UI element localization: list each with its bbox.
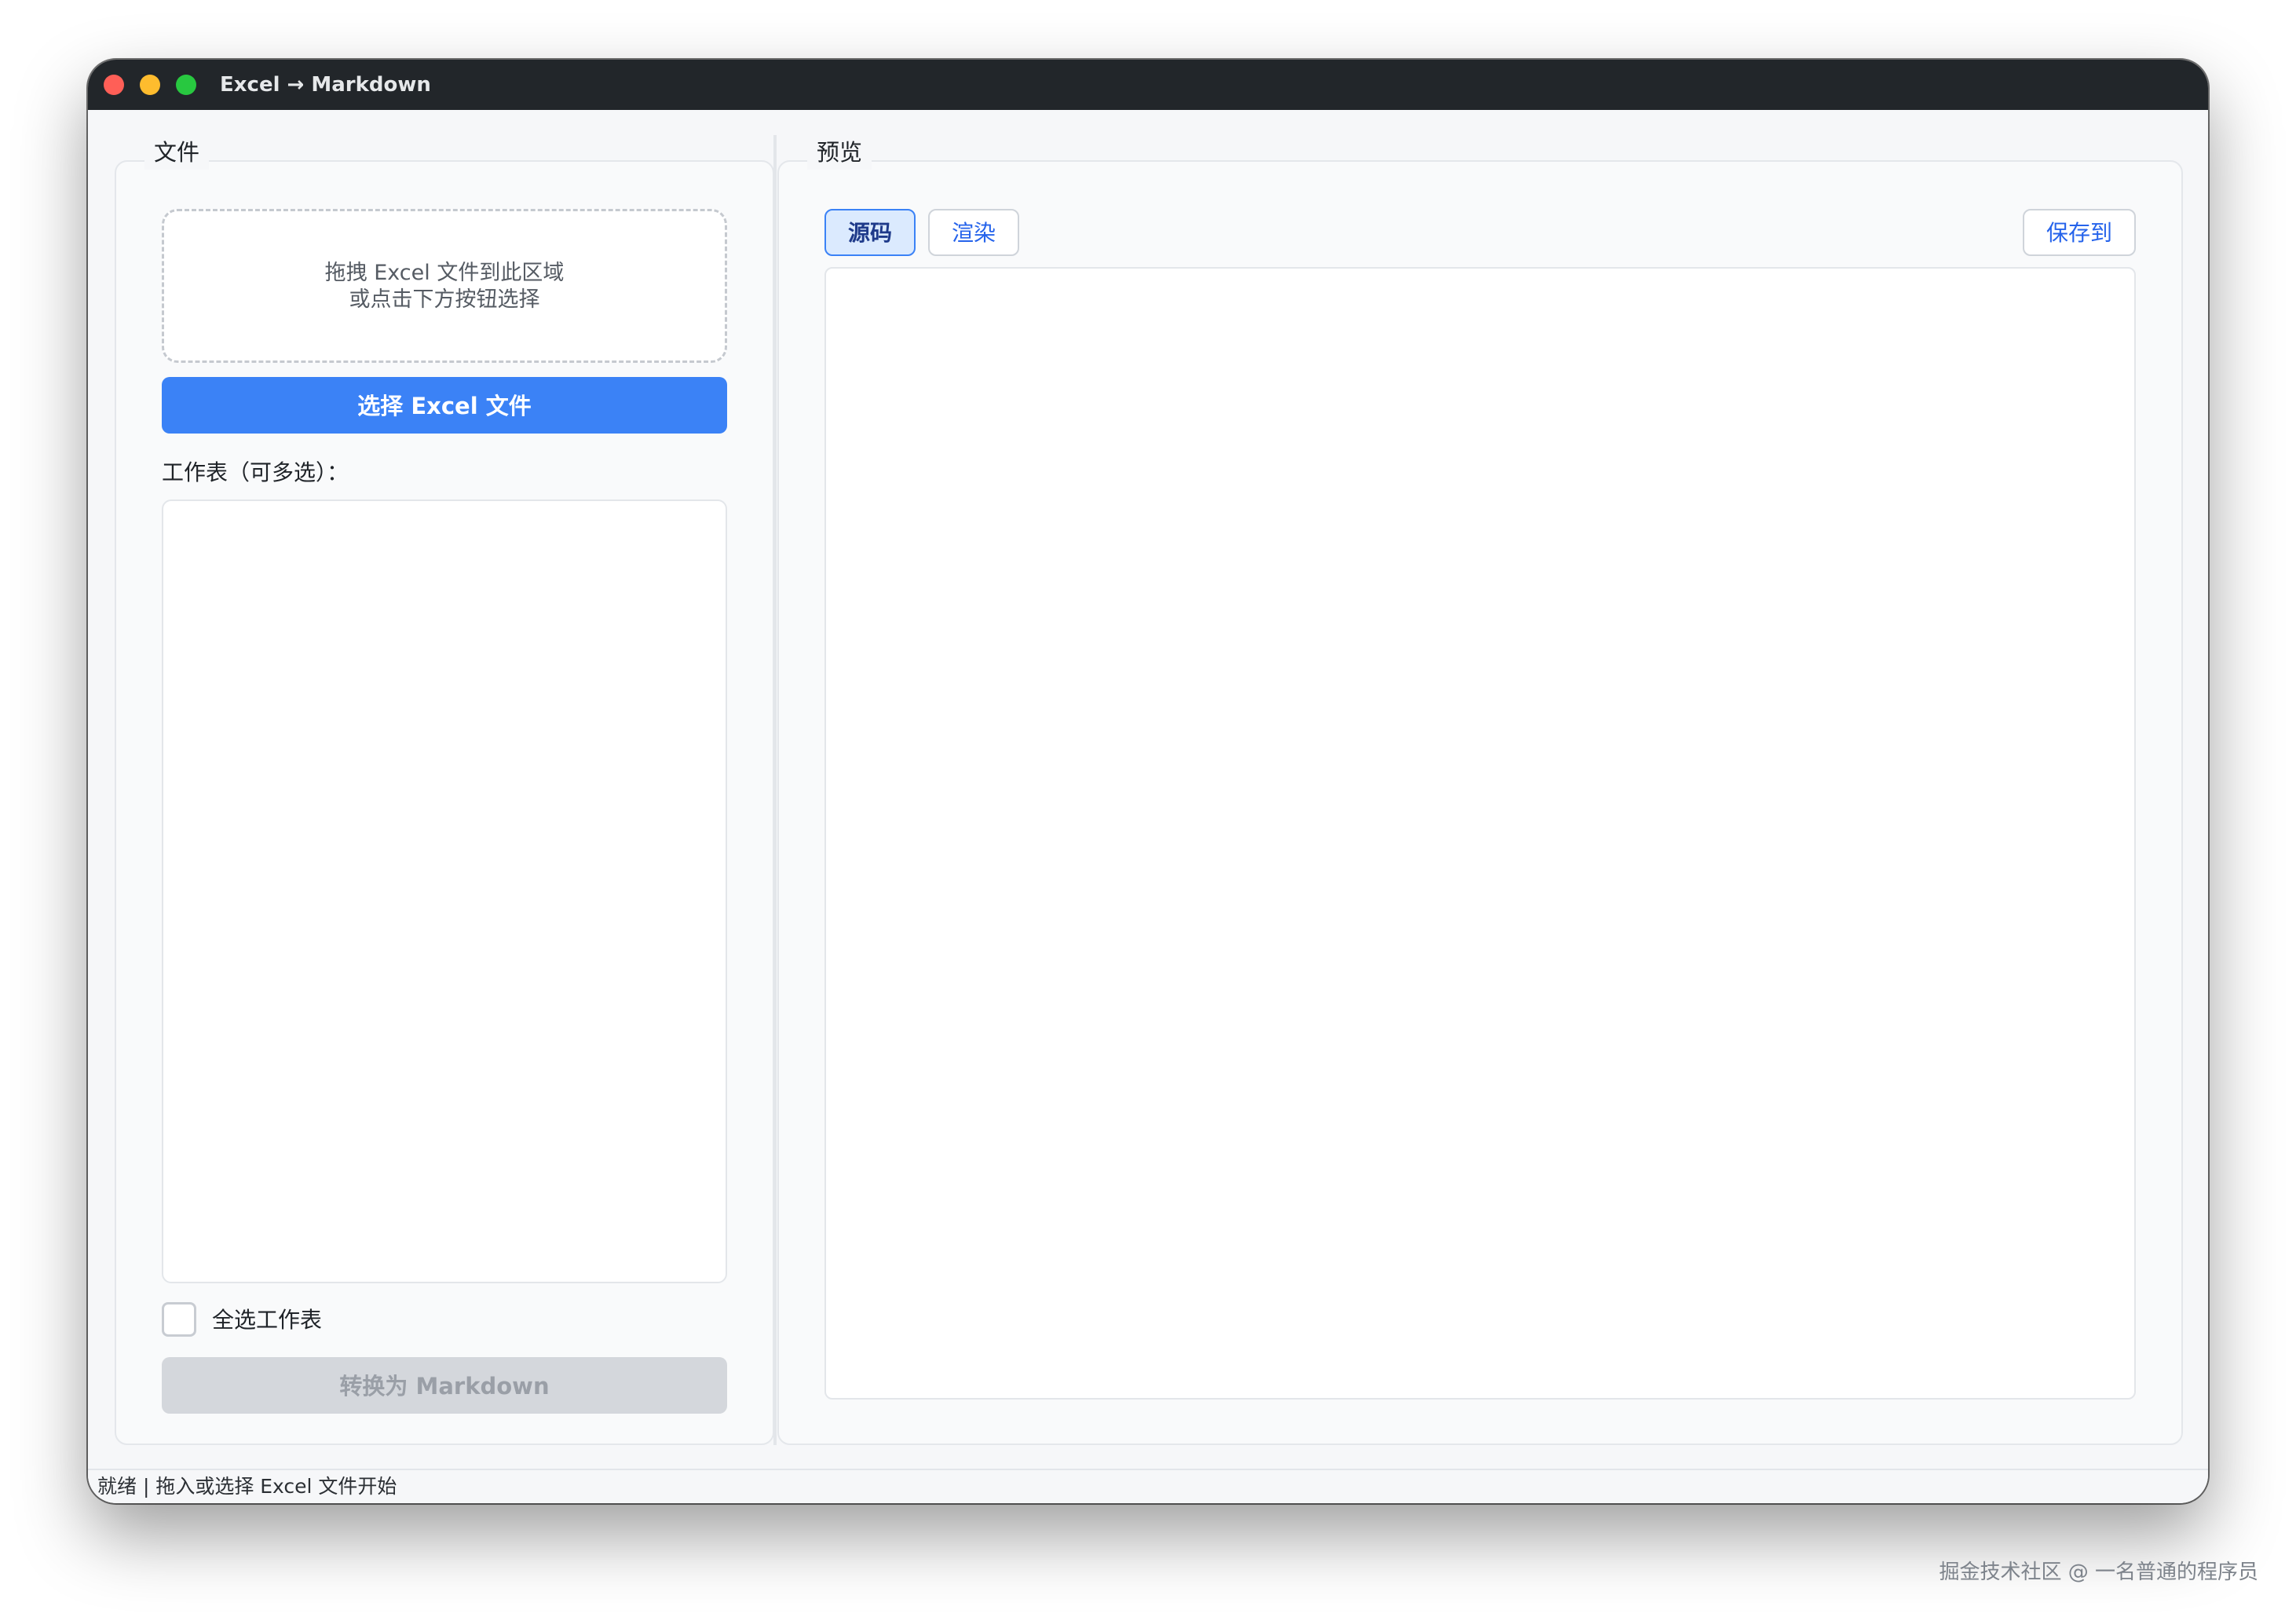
preview-group: 预览 源码 渲染 保存到 (777, 135, 2183, 1445)
select-all-label[interactable]: 全选工作表 (212, 1302, 322, 1338)
app-window: Excel → Markdown 文件 拖拽 Excel 文件到此区域 或点击下… (88, 60, 2208, 1503)
preview-group-title: 预览 (807, 135, 872, 170)
close-window-icon[interactable] (104, 75, 124, 95)
title-bar[interactable]: Excel → Markdown (88, 60, 2208, 110)
select-excel-button[interactable]: 选择 Excel 文件 (162, 377, 727, 434)
convert-button[interactable]: 转换为 Markdown (162, 1357, 727, 1414)
select-all-checkbox[interactable] (162, 1302, 196, 1337)
status-bar: 就绪 | 拖入或选择 Excel 文件开始 (88, 1469, 2208, 1503)
maximize-window-icon[interactable] (176, 75, 196, 95)
file-group: 文件 拖拽 Excel 文件到此区域 或点击下方按钮选择 选择 Excel 文件… (115, 135, 774, 1445)
drop-zone-line-1: 拖拽 Excel 文件到此区域 (324, 261, 565, 285)
select-all-row[interactable]: 全选工作表 (162, 1302, 554, 1340)
tab-render[interactable]: 渲染 (928, 209, 1019, 256)
watermark-text: 掘金技术社区 @ 一名普通的程序员 (1939, 1561, 2258, 1584)
sheets-label: 工作表（可多选）： (162, 459, 349, 485)
window-title: Excel → Markdown (220, 73, 431, 97)
sheets-list[interactable] (162, 499, 727, 1283)
file-group-title: 文件 (144, 135, 210, 170)
preview-area[interactable] (824, 267, 2136, 1400)
drop-zone[interactable]: 拖拽 Excel 文件到此区域 或点击下方按钮选择 (162, 209, 727, 363)
tab-source[interactable]: 源码 (824, 209, 916, 256)
save-to-button[interactable]: 保存到 (2023, 209, 2136, 256)
minimize-window-icon[interactable] (140, 75, 160, 95)
drop-zone-line-2: 或点击下方按钮选择 (349, 287, 540, 312)
